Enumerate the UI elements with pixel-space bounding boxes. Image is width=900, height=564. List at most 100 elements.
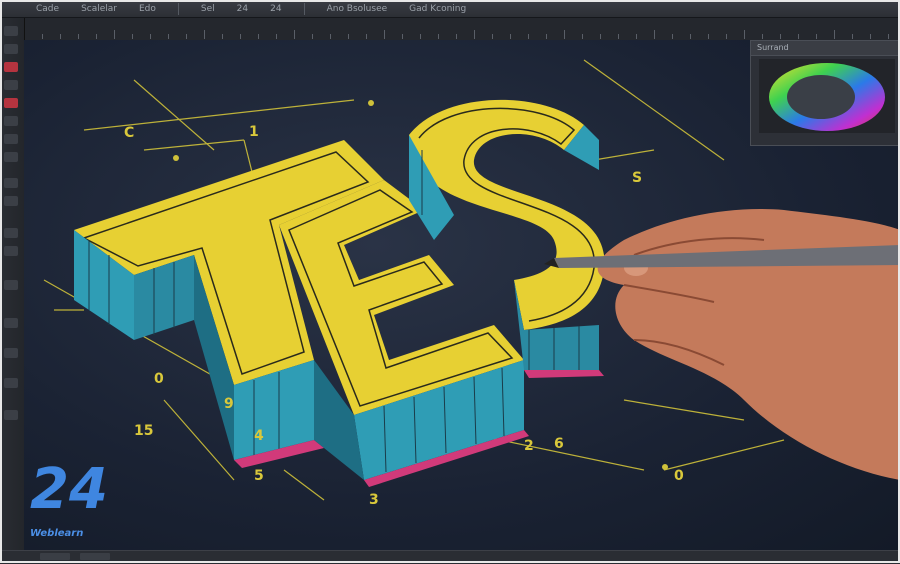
ruler-tick — [132, 34, 133, 39]
dim-label: 1 — [249, 124, 259, 140]
ruler-tick — [672, 34, 673, 39]
status-item — [80, 553, 110, 560]
dim-label: 4 — [254, 428, 264, 444]
pen-tool-icon[interactable] — [4, 62, 18, 72]
ruler-tick — [528, 34, 529, 39]
ruler-tick — [312, 34, 313, 39]
dim-label: 5 — [254, 468, 264, 484]
ruler-tick — [852, 34, 853, 39]
ruler-tick — [366, 34, 367, 39]
ruler-tick — [294, 30, 295, 39]
brand-name: Weblearn — [30, 528, 84, 539]
color-wheel-icon[interactable] — [759, 59, 895, 133]
ruler-tick — [474, 30, 475, 39]
menu-item-2[interactable]: Scalelar — [81, 4, 117, 14]
ruler-tick — [96, 34, 97, 39]
ruler-tick — [492, 34, 493, 39]
ruler-tick — [168, 34, 169, 39]
ruler-tick — [402, 34, 403, 39]
menu-item-7[interactable]: Ano Bsolusee — [327, 4, 388, 14]
color-panel: Surrand — [750, 40, 900, 146]
ruler-tick — [744, 30, 745, 39]
eyedropper-tool-icon[interactable] — [4, 196, 18, 206]
ruler-tick — [276, 34, 277, 39]
ruler-tick — [384, 30, 385, 39]
ruler-tick — [726, 34, 727, 39]
panel-title: Surrand — [751, 41, 899, 56]
dim-label: 0 — [674, 468, 684, 484]
menu-divider — [303, 2, 305, 15]
ruler-tick — [114, 30, 115, 39]
ruler-tick — [222, 34, 223, 39]
brand-number: 24 — [30, 457, 108, 522]
menu-item-4[interactable]: Sel — [201, 4, 215, 14]
move-tool-icon[interactable] — [4, 26, 18, 36]
select-tool-icon[interactable] — [4, 44, 18, 54]
ruler-tick — [150, 34, 151, 39]
ruler-tick — [798, 34, 799, 39]
ruler-tick — [690, 34, 691, 39]
ruler-tick — [510, 34, 511, 39]
ruler-tick — [618, 34, 619, 39]
ruler-tick — [834, 30, 835, 39]
brush-tool-icon[interactable] — [4, 80, 18, 90]
ruler-tick — [636, 34, 637, 39]
ruler-tick — [186, 34, 187, 39]
crop-tool-icon[interactable] — [4, 246, 18, 256]
status-bar — [0, 550, 900, 564]
ruler-tick — [420, 34, 421, 39]
menu-item-8[interactable]: Gad Kconing — [409, 4, 466, 14]
ruler-tick — [654, 30, 655, 39]
menu-item-3[interactable]: Edo — [139, 4, 156, 14]
dim-label: 3 — [369, 492, 379, 508]
status-item — [40, 553, 70, 560]
menu-bar: Cade Scalelar Edo Sel 24 24 Ano Bsolusee… — [0, 0, 900, 18]
color-tool-icon[interactable] — [4, 378, 18, 388]
menu-item-1[interactable]: Cade — [36, 4, 59, 14]
ruler-tick — [240, 34, 241, 39]
ruler-tick — [42, 34, 43, 39]
ruler-tick — [582, 34, 583, 39]
gradient-tool-icon[interactable] — [4, 228, 18, 238]
dim-label: S — [632, 170, 642, 186]
dim-label: 2 — [524, 438, 534, 454]
ruler-tick — [60, 34, 61, 39]
text-tool-icon[interactable] — [4, 116, 18, 126]
ruler-tick — [564, 30, 565, 39]
menu-divider — [177, 2, 179, 15]
ruler-tick — [258, 34, 259, 39]
ruler-tick — [438, 34, 439, 39]
eraser-tool-icon[interactable] — [4, 98, 18, 108]
ruler-tick — [708, 34, 709, 39]
ruler-tick — [816, 34, 817, 39]
zoom-tool-icon[interactable] — [4, 152, 18, 162]
ruler-tick — [780, 34, 781, 39]
mask-tool-icon[interactable] — [4, 410, 18, 420]
dim-label: 15 — [134, 423, 153, 439]
editor-window: Cade Scalelar Edo Sel 24 24 Ano Bsolusee… — [0, 0, 900, 564]
ruler-tool-icon[interactable] — [4, 348, 18, 358]
dim-label: 9 — [224, 396, 234, 412]
menu-item-6[interactable]: 24 — [270, 4, 281, 14]
ruler-tick — [78, 34, 79, 39]
dim-label: 0 — [154, 371, 164, 387]
color-wheel-area — [759, 59, 895, 133]
dim-label: C — [124, 125, 134, 141]
shape-tool-icon[interactable] — [4, 134, 18, 144]
ruler-tick — [888, 34, 889, 39]
letter-s — [409, 99, 605, 378]
ruler-tick — [600, 34, 601, 39]
grid-tool-icon[interactable] — [4, 318, 18, 328]
letter-e — [279, 180, 529, 487]
menu-item-5[interactable]: 24 — [237, 4, 248, 14]
ruler-tick — [762, 34, 763, 39]
layer-tool-icon[interactable] — [4, 280, 18, 290]
hand-tool-icon[interactable] — [4, 178, 18, 188]
ruler-tick — [204, 30, 205, 39]
ruler-tick — [456, 34, 457, 39]
ruler-tick — [330, 34, 331, 39]
ruler-tick — [870, 34, 871, 39]
top-ruler — [24, 18, 900, 41]
dim-label: 6 — [554, 436, 564, 452]
tools-panel — [0, 18, 25, 563]
